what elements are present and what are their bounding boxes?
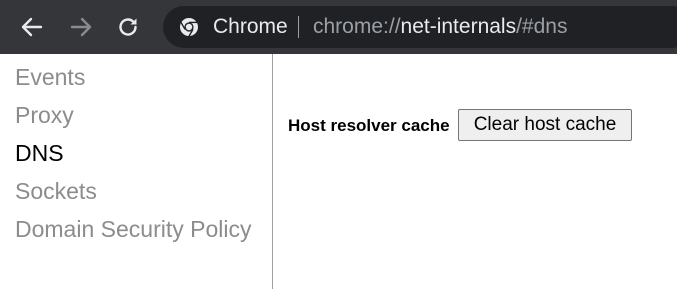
reload-button[interactable]	[110, 9, 146, 45]
url-scheme: chrome://	[313, 15, 401, 38]
sidebar-item-domain-security-policy[interactable]: Domain Security Policy	[15, 214, 251, 244]
sidebar-item-events[interactable]: Events	[15, 62, 85, 92]
arrow-right-icon	[70, 17, 92, 37]
url-text[interactable]: chrome://net-internals/#dns	[313, 14, 567, 40]
chrome-logo-icon	[180, 18, 198, 37]
url-host: net-internals	[400, 15, 517, 38]
address-bar[interactable]: Chrome chrome://net-internals/#dns	[163, 6, 677, 48]
omnibox-divider	[298, 16, 299, 38]
back-button[interactable]	[14, 9, 50, 45]
site-name: Chrome	[213, 15, 288, 38]
host-resolver-cache-label: Host resolver cache	[288, 116, 450, 135]
sidebar: Events Proxy DNS Sockets Domain Security…	[0, 54, 273, 289]
forward-button[interactable]	[63, 9, 99, 45]
sidebar-item-proxy[interactable]: Proxy	[15, 100, 74, 130]
sidebar-item-dns[interactable]: DNS	[15, 138, 64, 168]
reload-icon	[119, 18, 137, 36]
dns-panel: Host resolver cache Clear host cache	[273, 54, 677, 289]
url-path: /#dns	[516, 15, 568, 38]
clear-host-cache-button[interactable]: Clear host cache	[458, 109, 632, 141]
arrow-left-icon	[21, 17, 43, 37]
browser-toolbar: Chrome chrome://net-internals/#dns	[0, 0, 677, 54]
sidebar-item-sockets[interactable]: Sockets	[15, 176, 97, 206]
